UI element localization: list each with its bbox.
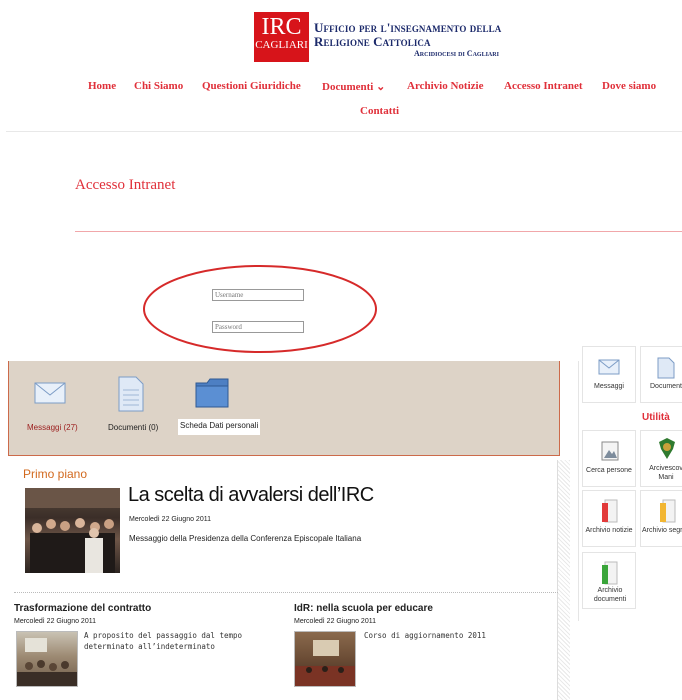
featured-description: Messaggio della Presidenza della Confere… [129,534,362,543]
article-date: Mercoledì 22 Giugno 2011 [294,618,376,625]
header-divider [6,131,682,132]
featured-title[interactable]: La scelta di avvalersi dell’IRC [128,484,374,507]
logo-city-text: CAGLIARI [255,39,308,51]
document-icon[interactable] [118,376,144,417]
article-title[interactable]: Trasformazione del contratto [14,603,151,614]
sidebar-tile-label: Arcivescov Mani [649,465,682,481]
featured-date: Mercoledì 22 Giugno 2011 [129,516,211,523]
sidebar-tile-label: Cerca persone [586,467,632,474]
sidebar-tile-label: Archivio documenti [593,587,627,603]
folder-icon[interactable] [195,378,229,413]
nav-home[interactable]: Home [88,80,116,92]
irc-logo[interactable]: IRC CAGLIARI [254,12,309,62]
news-separator [14,592,558,593]
featured-photo[interactable] [25,488,120,573]
sidebar-tile-arcivescovo[interactable]: Arcivescov Mani [640,430,682,487]
section-title-primo-piano: Primo piano [23,467,88,481]
sidebar-tile-cerca-persone[interactable]: Cerca persone [582,430,636,487]
sidebar-tile-label: Document [650,383,682,390]
logo-irc-text: IRC [261,14,302,40]
red-folder-icon [601,499,619,528]
sidebar-tile-archivio-notizie[interactable]: Archivio notizie [582,490,636,547]
document-icon [657,357,675,384]
nav-chi-siamo[interactable]: Chi Siamo [134,80,183,92]
sidebar-tile-documenti[interactable]: Document [640,346,682,403]
nav-questioni-giuridiche[interactable]: Questioni Giuridiche [202,80,301,92]
article-photo[interactable] [16,631,78,687]
article-photo[interactable] [294,631,356,687]
sidebar-tile-label: Messaggi [594,383,624,390]
sidebar-heading-utilita: Utilità [642,412,670,423]
scheda-dati-personali-link[interactable]: Scheda Dati personali [178,419,260,435]
messaggi-link[interactable]: Messaggi (27) [27,423,78,432]
nav-documenti[interactable]: Documenti ⌄ [322,80,385,93]
address-book-icon [600,441,620,466]
username-field[interactable]: Username [212,289,304,301]
sidebar-tile-messaggi[interactable]: Messaggi [582,346,636,403]
intranet-toolbar-panel [8,361,560,456]
nav-accesso-intranet[interactable]: Accesso Intranet [504,80,583,92]
nav-dove-siamo[interactable]: Dove siamo [602,80,656,92]
article-description: A proposito del passaggio dal tempo dete… [84,631,243,651]
documenti-link[interactable]: Documenti (0) [108,423,158,432]
nav-archivio-notizie[interactable]: Archivio Notizie [407,80,483,92]
site-title-line2: Religione Cattolica [314,34,431,49]
envelope-icon[interactable] [34,382,66,409]
password-field[interactable]: Password [212,321,304,333]
sidebar-tile-archivio-segreteria[interactable]: Archivio segr [640,490,682,547]
title-divider [75,231,682,232]
coat-of-arms-icon [657,437,677,466]
yellow-folder-icon [659,499,677,528]
sidebar-tile-archivio-documenti[interactable]: Archivio documenti [582,552,636,609]
sidebar-tile-label: Archivio segr [642,527,682,534]
article-title[interactable]: IdR: nella scuola per educare [294,603,433,614]
article-description: Corso di aggiornamento 2011 [364,631,486,640]
page-title: Accesso Intranet [75,177,176,193]
site-title-line3: Arcidiocesi di Cagliari [414,49,499,58]
highlight-ellipse [143,265,377,353]
article-date: Mercoledì 22 Giugno 2011 [14,618,96,625]
nav-contatti[interactable]: Contatti [360,105,399,117]
envelope-icon [598,359,620,380]
scroll-strip [558,460,570,700]
sidebar-tile-label: Archivio notizie [585,527,633,534]
